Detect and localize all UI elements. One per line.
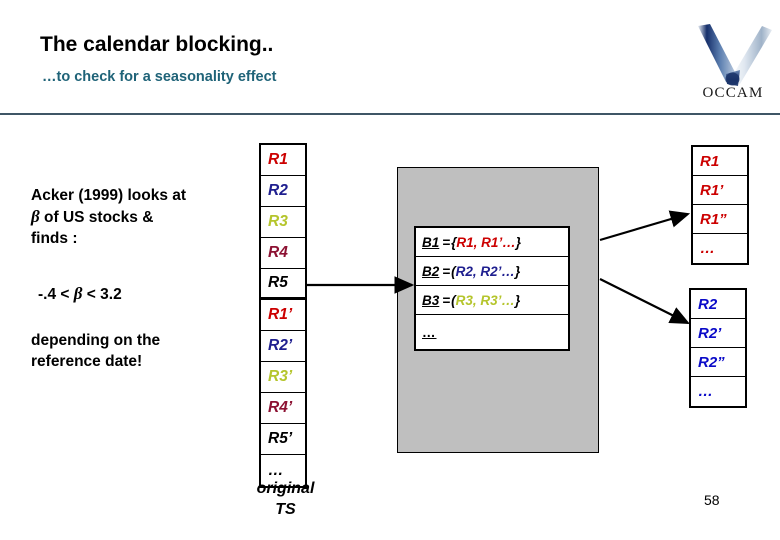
block-equals: = [442,234,451,250]
block-name: B2 [422,263,440,279]
acker-line1: Acker (1999) looks at [31,187,187,204]
slide-canvas: The calendar blocking.. …to check for a … [0,0,780,540]
expansion-cell: R1’ [693,176,747,205]
block-equals: = [442,292,451,308]
expansion-cell: R1 [693,147,747,176]
ts-cell: R3’ [261,362,305,393]
header-divider [0,113,780,115]
original-ts-caption: original TS [233,478,338,520]
block-members: R2, R2’… [455,263,515,279]
expansion-cell: R2 [691,290,745,319]
acker-citation-text: Acker (1999) looks at β of US stocks & f… [31,185,251,249]
block-definition-row: B2 =(R2, R2’…} [416,257,568,286]
block-members: R1, R1’… [456,234,516,250]
block-definition-row: … [416,315,568,349]
beta-range-left: -.4 < [38,286,74,303]
ts-cell: R5 [261,269,305,300]
expansion-cell: R1” [693,205,747,234]
block-members: R3, R3’… [455,292,515,308]
beta-symbol: β [31,207,40,226]
ts-cell: R2’ [261,331,305,362]
beta-range-right: < 3.2 [82,286,122,303]
ts-cell: R4 [261,238,305,269]
page-title: The calendar blocking.. [40,33,274,56]
block-equals: = [442,263,451,279]
beta-range-text: -.4 < β < 3.2 [38,283,258,305]
expansion-cell: … [700,240,715,257]
ts-cell: R3 [261,207,305,238]
page-number: 58 [704,492,720,508]
original-ts-caption-line2: TS [275,501,296,518]
ts-cell: R4’ [261,393,305,424]
arrow-b1-expansion [599,210,691,242]
acker-line3: finds : [31,230,78,247]
block-definition-row: B3 =(R3, R3’…} [416,286,568,315]
block-name: B3 [422,292,440,308]
block-b1-expansion-column: R1 R1’ R1” … [691,145,749,265]
reference-date-line1: depending on the [31,332,161,349]
original-ts-caption-line1: original [256,480,315,497]
block-set-close: } [515,234,521,250]
blocks-definition-box: B1 = {R1, R1’…} B2 =(R2, R2’…} B3 =(R3, R3’…}… [414,226,570,351]
original-ts-column: R1 R2 R3 R4 R5 R1’ R2’ R3’ R4’ R5’… [259,143,307,488]
ts-cell: R2 [261,176,305,207]
reference-date-text: depending on the reference date! [31,330,251,372]
reference-date-line2: reference date! [31,353,143,370]
arrow-b2-expansion [599,278,690,324]
ts-cell: R1 [261,145,305,176]
ts-cell: R1’ [261,300,305,331]
expansion-cell: R2’ [691,319,745,348]
block-set-close: } [514,292,521,308]
block-b2-expansion-column: R2 R2’ R2” … [689,288,747,408]
acker-line2: of US stocks & [39,209,154,226]
page-subtitle: …to check for a seasonality effect [42,69,277,85]
occam-wordmark: OCCAM [702,85,764,101]
expansion-cell: … [698,383,713,400]
block-set-close: } [514,263,521,279]
block-definition-row: B1 = {R1, R1’…} [416,228,568,257]
expansion-cell: R2” [691,348,745,377]
ts-cell: R5’ [261,424,305,455]
block-name: B1 [422,234,440,250]
block-ellipsis: … [422,324,437,340]
